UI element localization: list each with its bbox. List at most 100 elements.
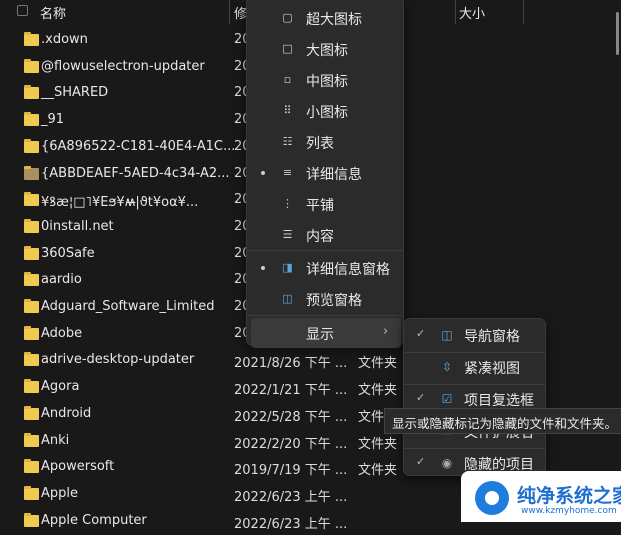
watermark-icon <box>475 481 509 515</box>
check-icon: ✓ <box>416 327 426 340</box>
file-name: Android <box>41 405 92 421</box>
menu-item-label: 小图标 <box>306 105 348 121</box>
file-name: @flowuselectron-updater <box>41 58 205 74</box>
file-type: 文件夹 <box>358 463 398 479</box>
menu-divider <box>247 315 403 316</box>
folder-icon <box>24 512 39 527</box>
view-menu-item[interactable]: ☰ 内容 <box>247 220 403 250</box>
show-submenu-item[interactable]: ⇳ 紧凑视图 <box>404 353 545 383</box>
show-submenu: ✓◫导航窗格⇳紧凑视图✓☑项目复选框✓▭文件扩展名✓◉隐藏的项目 <box>403 318 546 476</box>
view-menu-item[interactable]: ▫ 中图标 <box>247 65 403 95</box>
compact-view-icon: ⇳ <box>441 360 453 374</box>
watermark-url: www.kzmyhome.com <box>521 506 617 516</box>
file-name: Adguard_Software_Limited <box>41 299 215 314</box>
file-name: {6A896522-C181-40E4-A1C... <box>41 138 236 154</box>
menu-item-label: 详细信息窗格 <box>306 262 390 278</box>
column-divider[interactable] <box>229 0 230 24</box>
show-menu-item[interactable]: 显示 › <box>251 318 401 348</box>
folder-icon <box>24 299 39 313</box>
file-name: adrive-desktop-updater <box>41 352 195 368</box>
file-date: 2021/8/26 下午 ... <box>234 356 348 372</box>
file-name: Apple <box>41 485 79 501</box>
details-icon: ≡ <box>282 166 293 179</box>
file-name: 360Safe <box>41 245 95 261</box>
folder-icon <box>24 245 39 260</box>
content-icon: ☰ <box>282 228 293 241</box>
folder-icon <box>24 379 39 394</box>
large-icons-icon: □ <box>282 42 293 55</box>
file-date: 2019/7/19 下午 ... <box>234 463 348 479</box>
menu-item-label: 预览窗格 <box>306 293 362 309</box>
select-all-checkbox[interactable] <box>17 5 28 16</box>
file-type: 文件夹 <box>358 383 398 399</box>
folder-icon <box>24 352 39 367</box>
item-checkbox-icon: ☑ <box>441 392 453 406</box>
file-type: 文件夹 <box>358 356 398 372</box>
check-icon: ✓ <box>416 455 426 468</box>
view-menu-item[interactable]: ☷ 列表 <box>247 127 403 157</box>
file-name: Agora <box>41 379 80 395</box>
view-menu-item[interactable]: ⋮ 平铺 <box>247 189 403 219</box>
menu-item-label: 中图标 <box>306 74 348 90</box>
file-name: _91 <box>41 112 65 128</box>
folder-icon <box>24 85 39 100</box>
check-icon: ✓ <box>416 391 426 404</box>
file-name: __SHARED <box>41 85 109 101</box>
file-name: ¥ꝸæ¦□˥¥Eϧ¥ʍ̶|ϑt¥oα¥... <box>41 195 199 211</box>
list-icon: ☷ <box>282 135 293 148</box>
menu-item-label: 平铺 <box>306 198 334 214</box>
chevron-right-icon: › <box>383 324 389 339</box>
file-name: Apple Computer <box>41 512 147 528</box>
menu-item-label: 显示 <box>306 327 334 343</box>
view-menu-item[interactable]: ▢ 超大图标 <box>247 3 403 33</box>
details-pane-icon: ◨ <box>282 261 293 274</box>
file-date: 2022/6/23 上午 ... <box>234 489 348 505</box>
folder-icon <box>24 325 39 340</box>
file-name: .xdown <box>41 32 88 47</box>
file-name: Apowersoft <box>41 459 115 475</box>
selected-dot-icon <box>261 171 265 175</box>
tiles-icon: ⋮ <box>282 197 293 210</box>
view-menu: ▢ 超大图标 □ 大图标 ▫ 中图标 ⠿ 小图标 ☷ 列表 ≡ 详细信息 ⋮ 平铺 ☰ 内容 ◨ 详细信息窗格 ◫ 预… <box>246 0 404 348</box>
file-date: 2022/2/20 下午 ... <box>234 436 348 452</box>
menu-item-label: 超大图标 <box>306 12 362 28</box>
selected-dot-icon <box>261 266 265 270</box>
file-type: 文件 <box>358 409 385 425</box>
folder-icon <box>24 459 39 474</box>
pane-menu-item[interactable]: ◨ 详细信息窗格 <box>247 253 403 283</box>
pane-menu-item[interactable]: ◫ 预览窗格 <box>247 284 403 314</box>
navigation-pane-icon: ◫ <box>441 328 453 342</box>
folder-icon <box>24 32 39 46</box>
column-divider[interactable] <box>455 0 456 24</box>
column-size[interactable]: 大小 <box>459 3 485 22</box>
watermark-logo: 纯净系统之家 www.kzmyhome.com <box>461 471 621 522</box>
view-menu-item[interactable]: ⠿ 小图标 <box>247 96 403 126</box>
folder-icon <box>24 218 39 233</box>
view-menu-item[interactable]: □ 大图标 <box>247 34 403 64</box>
menu-item-label: 导航窗格 <box>464 329 520 345</box>
menu-item-label: 详细信息 <box>306 167 362 183</box>
folder-icon <box>24 112 39 127</box>
view-menu-item[interactable]: ≡ 详细信息 <box>247 158 403 188</box>
folder-icon <box>24 58 39 73</box>
preview-pane-icon: ◫ <box>282 292 293 305</box>
menu-item-label: 大图标 <box>306 43 348 59</box>
menu-item-label: 内容 <box>306 229 334 245</box>
folder-icon <box>24 405 39 420</box>
folder-icon <box>24 138 39 153</box>
file-date: 2022/1/21 下午 ... <box>234 383 348 399</box>
column-divider[interactable] <box>523 0 524 24</box>
eye-icon: ◉ <box>441 456 453 470</box>
folder-icon <box>24 272 39 287</box>
folder-icon <box>24 485 39 500</box>
file-name: Adobe <box>41 325 83 341</box>
file-type: 文件夹 <box>358 436 398 452</box>
file-name: Anki <box>41 432 70 448</box>
file-name: {ABBDEAEF-5AED-4c34-A2... <box>41 165 230 181</box>
column-name[interactable]: 名称 <box>40 3 66 22</box>
file-date: 2022/5/28 下午 ... <box>234 409 348 425</box>
folder-icon <box>24 165 39 180</box>
folder-icon <box>24 192 39 207</box>
menu-divider <box>247 250 403 251</box>
show-submenu-item[interactable]: ✓ ◫ 导航窗格 <box>404 321 545 351</box>
